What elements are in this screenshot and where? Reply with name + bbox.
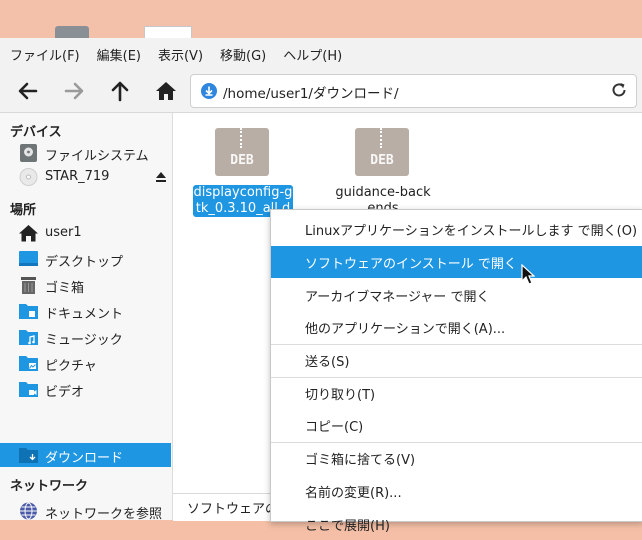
up-button[interactable] [106,78,134,104]
folder-music-icon [19,330,38,345]
menu-item-copy[interactable]: コピー(C) [271,409,642,441]
desktop-background [0,0,642,41]
trash-icon [21,277,36,294]
sidebar-item-label: ピクチャ [45,359,97,374]
sidebar-item-label: ミュージック [45,333,123,348]
deb-package-icon: DEB [355,128,409,176]
folder-download-icon [19,448,38,463]
menu-item-open-with-linux-installer[interactable]: Linuxアプリケーションをインストールします で開く(O) [271,213,642,245]
eject-icon[interactable] [155,171,167,183]
menu-item-move-to-trash[interactable]: ゴミ箱に捨てる(V) [271,442,642,474]
sidebar-item-user1[interactable]: user1 [0,221,171,245]
sidebar-item-label: user1 [45,225,82,240]
home-button[interactable] [152,78,180,104]
arrow-right-icon [64,82,84,100]
back-button[interactable] [14,78,42,104]
context-menu: Linuxアプリケーションをインストールします で開く(O) ソフトウェアのイン… [270,209,642,534]
sidebar-item-label: ゴミ箱 [45,281,85,296]
reload-icon[interactable] [610,81,628,99]
folder-documents-icon [19,304,38,319]
home-icon [156,82,176,100]
sidebar-item-label: デスクトップ [45,255,124,270]
sidebar: デバイス ファイルシステム STAR_719 場所 user1 デスクトップ ゴ… [0,113,173,523]
sidebar-item-star-719[interactable]: STAR_719 [0,165,171,189]
sidebar-item-label: ドキュメント [45,307,124,322]
sidebar-item-filesystem[interactable]: ファイルシステム [0,141,171,165]
menu-item-rename[interactable]: 名前の変更(R)... [271,475,642,507]
download-location-icon [201,83,217,99]
menu-go[interactable]: 移動(G) [210,45,273,64]
sidebar-item-desktop[interactable]: デスクトップ [0,247,171,271]
menu-view[interactable]: 表示(V) [148,45,210,64]
sidebar-item-browse-network[interactable]: ネットワークを参照 [0,499,171,523]
sidebar-item-label: STAR_719 [45,169,110,184]
forward-button[interactable] [60,78,88,104]
sidebar-item-music[interactable]: ミュージック [0,325,171,349]
folder-pictures-icon [19,356,38,371]
menu-file[interactable]: ファイル(F) [0,45,87,64]
sidebar-item-label: ファイルシステム [45,149,149,164]
sidebar-item-documents[interactable]: ドキュメント [0,299,171,323]
toolbar: /home/user1/ダウンロード/ [0,70,642,113]
harddisk-icon [20,144,37,162]
menu-item-extract-here[interactable]: ここで展開(H) [271,508,642,540]
deb-package-icon: DEB [215,128,269,176]
network-icon [20,502,37,520]
sidebar-item-videos[interactable]: ビデオ [0,377,171,401]
sidebar-item-label: ネットワークを参照 [45,507,163,522]
sidebar-heading-devices: デバイス [10,125,62,140]
home-icon [19,225,38,242]
sidebar-item-pictures[interactable]: ピクチャ [0,351,171,375]
menu-item-open-with-other[interactable]: 他のアプリケーションで開く(A)... [271,311,642,343]
sidebar-item-label: ダウンロード [45,451,124,466]
menu-edit[interactable]: 編集(E) [87,45,148,64]
disc-icon [19,168,38,186]
sidebar-item-label: ビデオ [45,385,85,400]
folder-videos-icon [19,382,38,397]
sidebar-heading-network: ネットワーク [10,479,89,494]
sidebar-item-downloads[interactable]: ダウンロード [0,443,171,467]
menu-item-cut[interactable]: 切り取り(T) [271,377,642,409]
menu-item-open-with-archive-manager[interactable]: アーカイブマネージャー で開く [271,279,642,311]
menu-item-send-to[interactable]: 送る(S) [271,344,642,376]
desktop-icon [19,251,38,266]
mouse-cursor-icon [521,264,535,285]
menu-item-open-with-software-install[interactable]: ソフトウェアのインストール で開く [271,246,642,278]
menu-help[interactable]: ヘルプ(H) [273,45,349,64]
sidebar-item-trash[interactable]: ゴミ箱 [0,273,171,297]
address-bar[interactable]: /home/user1/ダウンロード/ [190,74,637,108]
arrow-left-icon [18,82,38,100]
menubar: ファイル(F) 編集(E) 表示(V) 移動(G) ヘルプ(H) [0,38,642,70]
sidebar-heading-places: 場所 [10,203,37,218]
address-path[interactable]: /home/user1/ダウンロード/ [223,82,399,102]
arrow-up-icon [111,81,129,102]
